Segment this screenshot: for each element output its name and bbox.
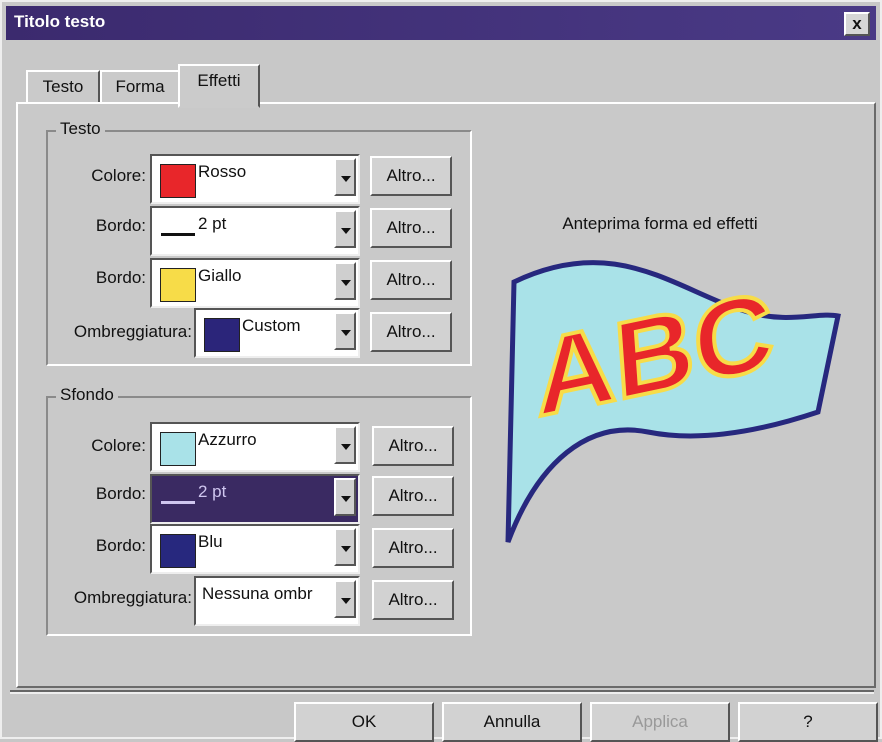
testo-colore-value: Rosso	[198, 162, 247, 181]
sfondo-bordo-colore-altro-button[interactable]: Altro...	[372, 528, 454, 568]
tab-testo-label: Testo	[42, 77, 84, 96]
tab-testo[interactable]: Testo	[26, 70, 100, 104]
altro-label: Altro...	[386, 218, 436, 237]
line-sample	[161, 233, 195, 236]
tab-forma[interactable]: Forma	[100, 70, 180, 104]
line-weight-icon	[160, 216, 196, 250]
sfondo-bordo-label: Bordo:	[95, 484, 146, 503]
tab-effetti-label: Effetti	[197, 71, 241, 90]
testo-bordo-colore-dropdown[interactable]: Giallo	[150, 258, 360, 308]
close-button[interactable]: x	[844, 12, 870, 36]
chevron-down-icon[interactable]	[334, 158, 356, 196]
testo-bordo-dropdown[interactable]: 2 pt	[150, 206, 360, 256]
help-label: ?	[803, 712, 813, 731]
annulla-button[interactable]: Annulla	[442, 702, 582, 742]
tab-effetti[interactable]: Effetti	[178, 64, 260, 108]
altro-label: Altro...	[386, 322, 436, 341]
preview-canvas: ABC	[505, 260, 841, 543]
sfondo-bordo-colore-value: Blu	[198, 532, 223, 551]
sfondo-ombreggiatura-dropdown[interactable]: Nessuna ombr	[194, 576, 360, 626]
sfondo-bordo-colore-label: Bordo:	[95, 536, 146, 555]
testo-colore-dropdown[interactable]: Rosso	[150, 154, 360, 204]
testo-bordo-colore-value: Giallo	[198, 266, 242, 285]
group-sfondo-legend: Sfondo	[56, 385, 118, 405]
applica-label: Applica	[632, 712, 688, 731]
light-blue-swatch-icon	[160, 432, 196, 466]
sfondo-colore-label: Colore:	[91, 436, 146, 455]
chevron-down-icon[interactable]	[334, 210, 356, 248]
sfondo-colore-value: Azzurro	[198, 430, 257, 449]
altro-label: Altro...	[386, 166, 436, 185]
sfondo-ombreggiatura-value: Nessuna ombr	[202, 584, 313, 603]
sfondo-bordo-dropdown[interactable]: 2 pt	[150, 474, 360, 524]
altro-label: Altro...	[388, 436, 438, 455]
altro-label: Altro...	[388, 538, 438, 557]
altro-label: Altro...	[388, 486, 438, 505]
yellow-swatch-icon	[160, 268, 196, 302]
ok-button[interactable]: OK	[294, 702, 434, 742]
sfondo-bordo-altro-button[interactable]: Altro...	[372, 476, 454, 516]
testo-colore-label: Colore:	[91, 166, 146, 185]
altro-label: Altro...	[386, 270, 436, 289]
chevron-down-icon[interactable]	[334, 580, 356, 618]
sfondo-bordo-colore-dropdown[interactable]: Blu	[150, 524, 360, 574]
sfondo-colore-altro-button[interactable]: Altro...	[372, 426, 454, 466]
bottom-separator	[10, 690, 874, 694]
red-swatch-icon	[160, 164, 196, 198]
ok-label: OK	[351, 712, 377, 731]
altro-label: Altro...	[388, 590, 438, 609]
tab-forma-label: Forma	[115, 77, 165, 96]
chevron-down-icon[interactable]	[334, 262, 356, 300]
testo-ombreggiatura-dropdown[interactable]: Custom	[194, 308, 360, 358]
sfondo-ombreggiatura-label: Ombreggiatura:	[73, 588, 192, 607]
sfondo-ombreggiatura-altro-button[interactable]: Altro...	[372, 580, 454, 620]
chevron-down-icon[interactable]	[334, 312, 356, 350]
window-title: Titolo testo	[14, 12, 106, 31]
testo-ombreggiatura-value: Custom	[242, 316, 301, 335]
title-bar[interactable]: Titolo testo x	[6, 6, 876, 40]
line-weight-icon	[160, 484, 196, 518]
blue-swatch-icon	[160, 534, 196, 568]
chevron-down-icon[interactable]	[334, 426, 356, 464]
group-testo-legend: Testo	[56, 119, 105, 139]
testo-bordo-altro-button[interactable]: Altro...	[370, 208, 452, 248]
help-button[interactable]: ?	[738, 702, 878, 742]
chevron-down-icon[interactable]	[334, 528, 356, 566]
testo-colore-altro-button[interactable]: Altro...	[370, 156, 452, 196]
navy-swatch-icon	[204, 318, 240, 352]
sfondo-colore-dropdown[interactable]: Azzurro	[150, 422, 360, 472]
testo-bordo-value: 2 pt	[198, 214, 227, 233]
testo-ombreggiatura-altro-button[interactable]: Altro...	[370, 312, 452, 352]
preview-label: Anteprima forma ed effetti	[562, 214, 758, 233]
testo-bordo-colore-label: Bordo:	[95, 268, 146, 287]
line-sample	[161, 501, 195, 504]
chevron-down-icon[interactable]	[334, 478, 356, 516]
testo-bordo-label: Bordo:	[95, 216, 146, 235]
applica-button[interactable]: Applica	[590, 702, 730, 742]
testo-ombreggiatura-label: Ombreggiatura:	[73, 322, 192, 341]
sfondo-bordo-value: 2 pt	[198, 482, 227, 501]
annulla-label: Annulla	[483, 712, 541, 731]
dialog-window: Titolo testo x Testo Forma Effetti Testo…	[0, 0, 882, 742]
testo-bordo-colore-altro-button[interactable]: Altro...	[370, 260, 452, 300]
